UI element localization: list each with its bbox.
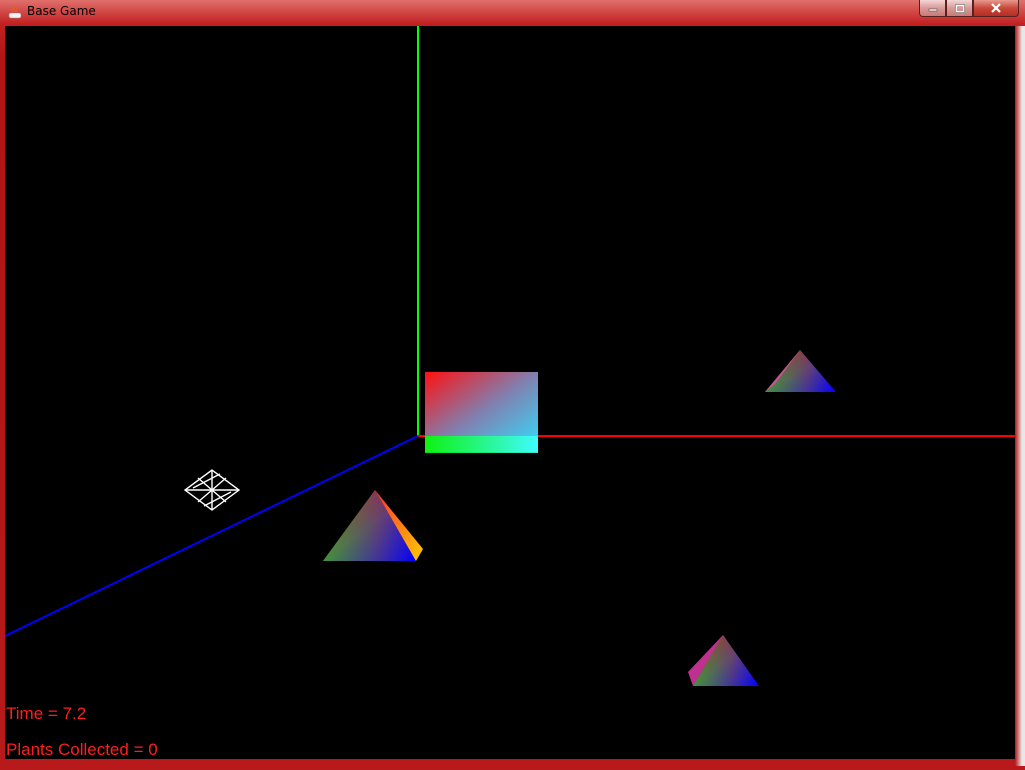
plants-collected-readout: Plants Collected = 0 <box>6 740 158 759</box>
java-icon <box>8 4 22 19</box>
minimize-button[interactable] <box>919 0 946 17</box>
scene-3d <box>5 26 1015 686</box>
title-bar[interactable]: Base Game <box>0 0 1025 24</box>
close-button[interactable] <box>973 0 1019 17</box>
close-icon <box>991 3 1001 13</box>
plant-pyramid <box>688 635 759 686</box>
minimize-icon <box>928 8 937 12</box>
gradient-cube <box>425 372 538 453</box>
game-window: Base Game Time = 7.2 Plants Collected = … <box>0 0 1025 770</box>
window-controls <box>919 0 1019 18</box>
plant-pyramid <box>765 350 836 392</box>
maximize-icon <box>954 3 965 13</box>
maximize-button[interactable] <box>946 0 973 17</box>
window-edge <box>1015 26 1025 766</box>
window-title: Base Game <box>27 4 96 18</box>
player-wireframe <box>183 469 241 511</box>
time-readout: Time = 7.2 <box>6 704 87 723</box>
game-viewport[interactable]: Time = 7.2 Plants Collected = 0 <box>5 26 1015 759</box>
plant-pyramid <box>323 490 423 561</box>
